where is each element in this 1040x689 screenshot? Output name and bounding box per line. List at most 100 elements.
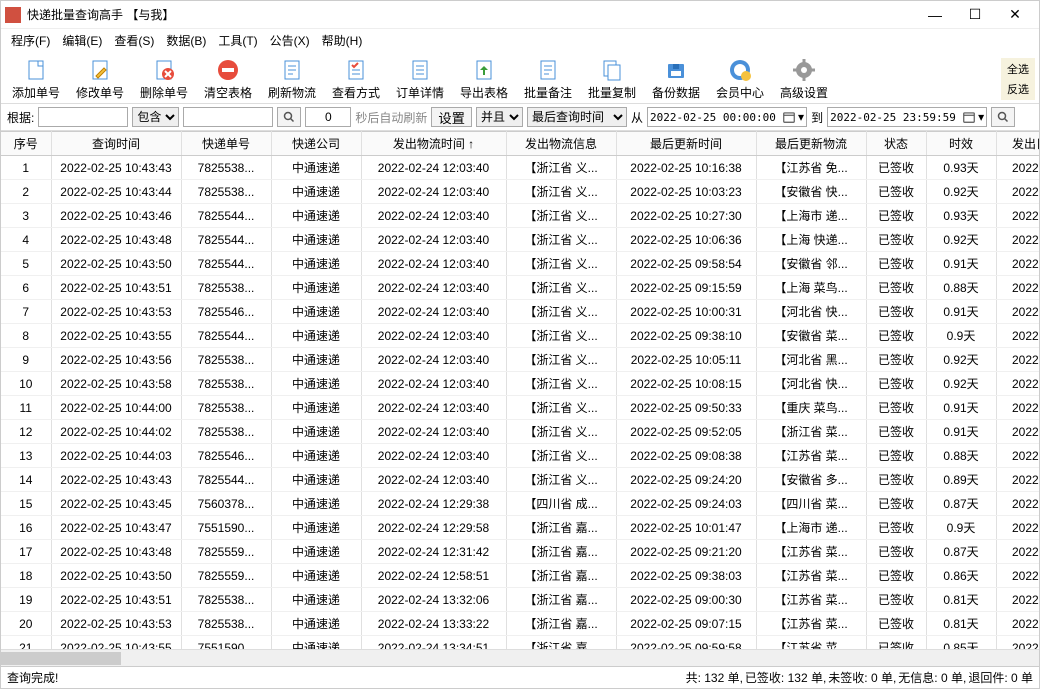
column-header[interactable]: 最后更新时间 [616,132,756,156]
menu-item[interactable]: 数据(B) [160,30,212,51]
column-header[interactable]: 发出物流信息 [506,132,616,156]
table-row[interactable]: 172022-02-25 10:43:487825559...中通速递2022-… [1,540,1039,564]
table-cell: 7825544... [181,324,271,348]
filter-from-input[interactable] [650,111,780,124]
table-cell: 已签收 [866,444,926,468]
table-cell: 2022-02-25 10:43:51 [51,588,181,612]
table-row[interactable]: 102022-02-25 10:43:587825538...中通速递2022-… [1,372,1039,396]
table-row[interactable]: 82022-02-25 10:43:557825544...中通速递2022-0… [1,324,1039,348]
toolbar-view-button[interactable]: 查看方式 [325,55,387,103]
table-row[interactable]: 122022-02-25 10:44:027825538...中通速递2022-… [1,420,1039,444]
table-row[interactable]: 182022-02-25 10:43:507825559...中通速递2022-… [1,564,1039,588]
column-header[interactable]: 快递公司 [271,132,361,156]
maximize-button[interactable]: ☐ [955,2,995,28]
minimize-button[interactable]: ― [915,2,955,28]
toolbar-note-button[interactable]: 批量备注 [517,55,579,103]
toolbar-refresh-button[interactable]: 刷新物流 [261,55,323,103]
column-header[interactable]: 发出物流时间 ↑ [361,132,506,156]
table-cell: 2022-02-24 12:03:40 [361,468,506,492]
table-row[interactable]: 132022-02-25 10:44:037825546...中通速递2022-… [1,444,1039,468]
filter-value-input[interactable] [183,107,273,127]
table-row[interactable]: 112022-02-25 10:44:007825538...中通速递2022-… [1,396,1039,420]
toolbar-clear-button[interactable]: 清空表格 [197,55,259,103]
menu-item[interactable]: 帮助(H) [316,30,369,51]
table-row[interactable]: 12022-02-25 10:43:437825538...中通速递2022-0… [1,156,1039,180]
column-header[interactable]: 序号 [1,132,51,156]
table-cell: 18 [1,564,51,588]
titlebar: 快递批量查询高手 【与我】 ― ☐ ✕ [1,1,1039,29]
toolbar-page-button[interactable]: 添加单号 [5,55,67,103]
status-bar: 查询完成! 共: 132 单, 已签收: 132 单, 未签收: 0 单, 无信… [1,666,1039,688]
toolbar-export-button[interactable]: 导出表格 [453,55,515,103]
table-row[interactable]: 22022-02-25 10:43:447825538...中通速递2022-0… [1,180,1039,204]
menu-item[interactable]: 编辑(E) [56,30,108,51]
table-row[interactable]: 52022-02-25 10:43:507825544...中通速递2022-0… [1,252,1039,276]
filter-field-input[interactable] [38,107,128,127]
table-cell: 中通速递 [271,252,361,276]
filter-to-date[interactable]: ▾ [827,107,987,127]
menu-item[interactable]: 工具(T) [212,30,263,51]
filter-to-input[interactable] [830,111,960,124]
select-all-button[interactable]: 全选 [1005,60,1031,78]
table-cell: 20 [1,612,51,636]
table-row[interactable]: 212022-02-25 10:43:557551590...中通速递2022-… [1,636,1039,650]
table-row[interactable]: 92022-02-25 10:43:567825538...中通速递2022-0… [1,348,1039,372]
toolbar-settings-button[interactable]: 高级设置 [773,55,835,103]
filter-timefield-select[interactable]: 最后查询时间 [527,107,627,127]
horizontal-scrollbar[interactable] [1,649,1039,666]
table-row[interactable]: 152022-02-25 10:43:457560378...中通速递2022-… [1,492,1039,516]
table-row[interactable]: 62022-02-25 10:43:517825538...中通速递2022-0… [1,276,1039,300]
filter-contains-select[interactable]: 包含 [132,107,179,127]
table-row[interactable]: 42022-02-25 10:43:487825544...中通速递2022-0… [1,228,1039,252]
table-row[interactable]: 142022-02-25 10:43:437825544...中通速递2022-… [1,468,1039,492]
table-row[interactable]: 72022-02-25 10:43:537825546...中通速递2022-0… [1,300,1039,324]
table-cell: 7825538... [181,276,271,300]
column-header[interactable]: 查询时间 [51,132,181,156]
table-cell: 2022-02-24 12:03:40 [361,324,506,348]
filter-apply-button[interactable] [991,107,1015,127]
table-cell: 2022-02-25 10:43:43 [51,468,181,492]
toolbar-delete-page-button[interactable]: 删除单号 [133,55,195,103]
invert-select-button[interactable]: 反选 [1005,80,1031,98]
toolbar-label: 会员中心 [716,84,764,101]
table-cell: 2022-02- [996,252,1039,276]
table-cell: 2022-02-25 10:44:00 [51,396,181,420]
table-cell: 2022-02-24 13:34:51 [361,636,506,650]
table-cell: 19 [1,588,51,612]
table-cell: 【浙江省 义... [506,204,616,228]
table-cell: 2022-02- [996,204,1039,228]
filter-settings-button[interactable]: 设置 [431,107,472,127]
column-header[interactable]: 时效 [926,132,996,156]
toolbar-copy-button[interactable]: 批量复制 [581,55,643,103]
toolbar-detail-button[interactable]: 订单详情 [389,55,451,103]
column-header[interactable]: 发出日期 [996,132,1039,156]
table-cell: 2022-02- [996,228,1039,252]
column-header[interactable]: 最后更新物流 [756,132,866,156]
column-header[interactable]: 状态 [866,132,926,156]
menu-item[interactable]: 程序(F) [5,30,56,51]
close-button[interactable]: ✕ [995,2,1035,28]
column-header[interactable]: 快递单号 [181,132,271,156]
table-area[interactable]: 序号查询时间快递单号快递公司发出物流时间 ↑发出物流信息最后更新时间最后更新物流… [1,131,1039,649]
table-cell: 【浙江省 义... [506,228,616,252]
table-row[interactable]: 202022-02-25 10:43:537825538...中通速递2022-… [1,612,1039,636]
filter-and-select[interactable]: 并且 [476,107,523,127]
menu-item[interactable]: 查看(S) [108,30,160,51]
toolbar-edit-button[interactable]: 修改单号 [69,55,131,103]
menu-item[interactable]: 公告(X) [264,30,316,51]
table-cell: 2022-02-25 10:43:53 [51,612,181,636]
filter-search-button[interactable] [277,107,301,127]
toolbar-vip-button[interactable]: 会员中心 [709,55,771,103]
table-cell: 0.88天 [926,276,996,300]
table-row[interactable]: 32022-02-25 10:43:467825544...中通速递2022-0… [1,204,1039,228]
filter-count-box[interactable] [305,107,351,127]
filter-from-label: 从 [631,109,643,126]
toolbar-backup-button[interactable]: 备份数据 [645,55,707,103]
table-row[interactable]: 192022-02-25 10:43:517825538...中通速递2022-… [1,588,1039,612]
table-cell: 0.91天 [926,300,996,324]
filter-from-date[interactable]: ▾ [647,107,807,127]
toolbar-label: 批量复制 [588,84,636,101]
table-row[interactable]: 162022-02-25 10:43:477551590...中通速递2022-… [1,516,1039,540]
table-cell: 已签收 [866,204,926,228]
table-cell: 2022-02-25 10:43:48 [51,540,181,564]
